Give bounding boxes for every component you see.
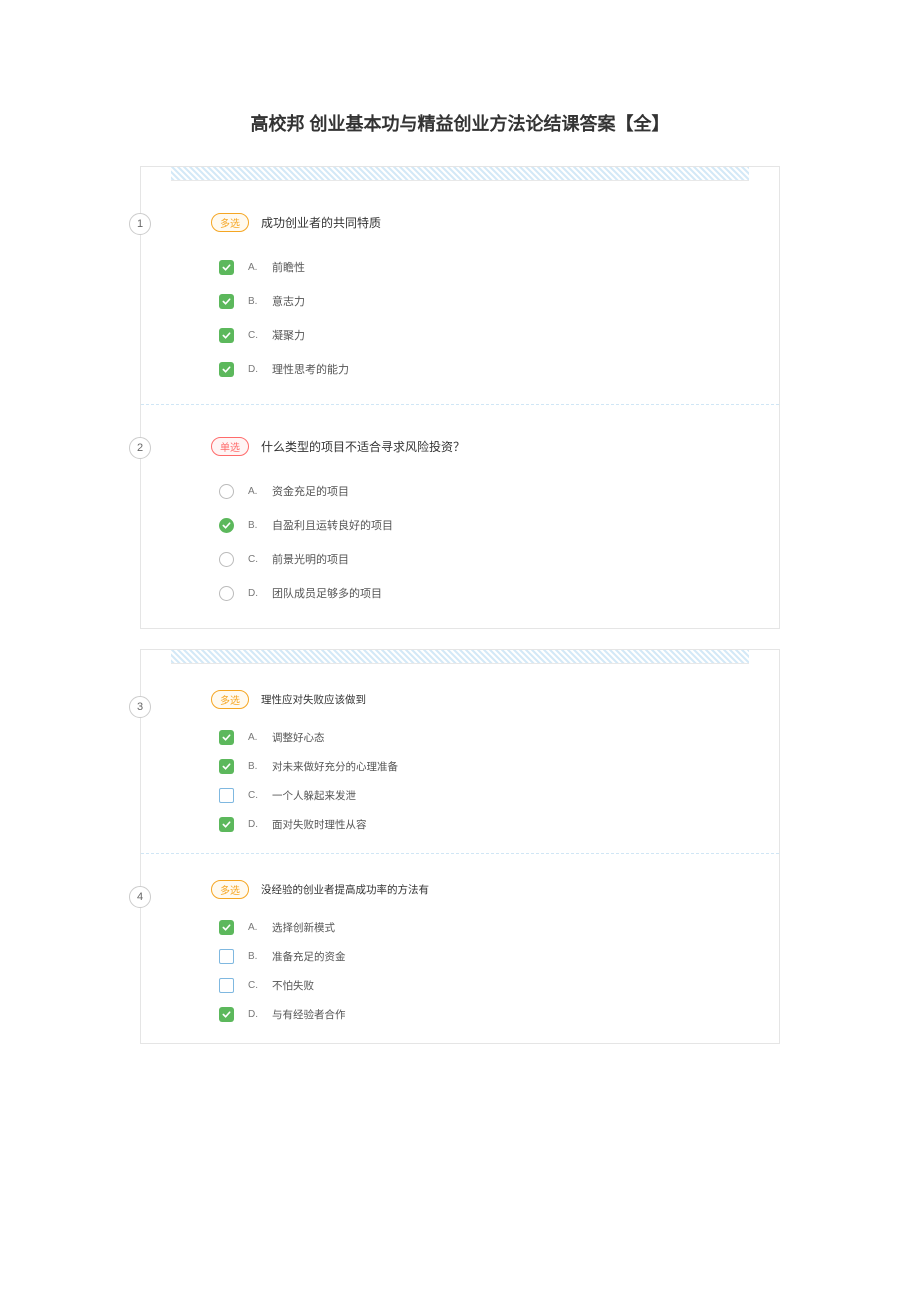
option-letter: C. <box>248 330 262 341</box>
option-letter: D. <box>248 588 262 599</box>
option-text: 选择创新模式 <box>272 920 335 935</box>
question-text: 成功创业者的共同特质 <box>261 214 381 231</box>
checkbox-icon <box>219 978 234 993</box>
question-header: 多选理性应对失败应该做到 <box>211 690 749 709</box>
question-type-tag: 多选 <box>211 213 249 232</box>
option-letter: A. <box>248 262 262 273</box>
check-icon <box>219 920 234 935</box>
option-text: 与有经验者合作 <box>272 1007 346 1022</box>
option-text: 意志力 <box>272 293 305 309</box>
option-letter: D. <box>248 364 262 375</box>
option-text: 理性思考的能力 <box>272 361 349 377</box>
option-text: 调整好心态 <box>272 730 325 745</box>
option-text: 自盈利且运转良好的项目 <box>272 517 393 533</box>
radio-icon <box>219 484 234 499</box>
check-icon <box>219 328 234 343</box>
option-text: 资金充足的项目 <box>272 483 349 499</box>
answer-option[interactable]: B. 意志力 <box>211 284 749 318</box>
option-letter: C. <box>248 790 262 801</box>
answer-option[interactable]: C. 前景光明的项目 <box>211 542 749 576</box>
question-header: 单选什么类型的项目不适合寻求风险投资？ <box>211 437 749 456</box>
answer-option[interactable]: A. 选择创新模式 <box>211 913 749 942</box>
option-text: 面对失败时理性从容 <box>272 817 367 832</box>
question-header: 多选没经验的创业者提高成功率的方法有 <box>211 880 749 899</box>
question-number: 3 <box>129 696 151 718</box>
check-icon <box>219 294 234 309</box>
option-letter: A. <box>248 922 262 933</box>
option-text: 对未来做好充分的心理准备 <box>272 759 398 774</box>
check-icon <box>219 759 234 774</box>
answer-option[interactable]: A. 前瞻性 <box>211 250 749 284</box>
option-text: 前瞻性 <box>272 259 305 275</box>
check-icon <box>219 362 234 377</box>
question-number: 1 <box>129 213 151 235</box>
section-divider <box>171 650 749 664</box>
option-text: 一个人躲起来发泄 <box>272 788 356 803</box>
check-icon <box>219 730 234 745</box>
answer-option[interactable]: D. 面对失败时理性从容 <box>211 810 749 839</box>
question-header: 多选成功创业者的共同特质 <box>211 213 749 232</box>
question-type-tag: 多选 <box>211 880 249 899</box>
option-text: 不怕失败 <box>272 978 314 993</box>
answer-option[interactable]: D. 理性思考的能力 <box>211 352 749 386</box>
question-block: 3多选理性应对失败应该做到A.调整好心态B.对未来做好充分的心理准备C.一个人躲… <box>141 664 779 853</box>
option-text: 凝聚力 <box>272 327 305 343</box>
answer-option[interactable]: D. 与有经验者合作 <box>211 1000 749 1029</box>
question-section: 3多选理性应对失败应该做到A.调整好心态B.对未来做好充分的心理准备C.一个人躲… <box>140 649 780 1044</box>
question-type-tag: 多选 <box>211 690 249 709</box>
question-number: 4 <box>129 886 151 908</box>
checkbox-icon <box>219 788 234 803</box>
option-letter: A. <box>248 732 262 743</box>
option-letter: B. <box>248 520 262 531</box>
question-block: 2单选什么类型的项目不适合寻求风险投资？A.资金充足的项目B.自盈利且运转良好的… <box>141 404 779 628</box>
check-icon <box>219 518 234 533</box>
answer-option[interactable]: C. 凝聚力 <box>211 318 749 352</box>
option-letter: D. <box>248 819 262 830</box>
option-text: 前景光明的项目 <box>272 551 349 567</box>
question-text: 没经验的创业者提高成功率的方法有 <box>261 882 429 897</box>
option-text: 准备充足的资金 <box>272 949 346 964</box>
question-number: 2 <box>129 437 151 459</box>
checkbox-icon <box>219 949 234 964</box>
check-icon <box>219 260 234 275</box>
question-section: 1多选成功创业者的共同特质A.前瞻性B.意志力C.凝聚力D.理性思考的能力2单选… <box>140 166 780 629</box>
section-divider <box>171 167 749 181</box>
question-block: 4多选没经验的创业者提高成功率的方法有A.选择创新模式B.准备充足的资金C.不怕… <box>141 853 779 1043</box>
page-title: 高校邦 创业基本功与精益创业方法论结课答案【全】 <box>0 0 920 166</box>
option-letter: B. <box>248 761 262 772</box>
question-text: 什么类型的项目不适合寻求风险投资？ <box>261 438 465 455</box>
answer-option[interactable]: C. 一个人躲起来发泄 <box>211 781 749 810</box>
answer-option[interactable]: B. 准备充足的资金 <box>211 942 749 971</box>
question-type-tag: 单选 <box>211 437 249 456</box>
answer-option[interactable]: D. 团队成员足够多的项目 <box>211 576 749 610</box>
radio-icon <box>219 586 234 601</box>
answer-option[interactable]: B. 自盈利且运转良好的项目 <box>211 508 749 542</box>
answer-option[interactable]: A. 资金充足的项目 <box>211 474 749 508</box>
answer-option[interactable]: A. 调整好心态 <box>211 723 749 752</box>
question-block: 1多选成功创业者的共同特质A.前瞻性B.意志力C.凝聚力D.理性思考的能力 <box>141 181 779 404</box>
question-text: 理性应对失败应该做到 <box>261 692 366 707</box>
option-letter: A. <box>248 486 262 497</box>
option-letter: C. <box>248 980 262 991</box>
answer-option[interactable]: C. 不怕失败 <box>211 971 749 1000</box>
radio-icon <box>219 552 234 567</box>
check-icon <box>219 817 234 832</box>
option-letter: B. <box>248 951 262 962</box>
check-icon <box>219 1007 234 1022</box>
answer-option[interactable]: B. 对未来做好充分的心理准备 <box>211 752 749 781</box>
option-letter: C. <box>248 554 262 565</box>
option-letter: B. <box>248 296 262 307</box>
option-letter: D. <box>248 1009 262 1020</box>
option-text: 团队成员足够多的项目 <box>272 585 382 601</box>
